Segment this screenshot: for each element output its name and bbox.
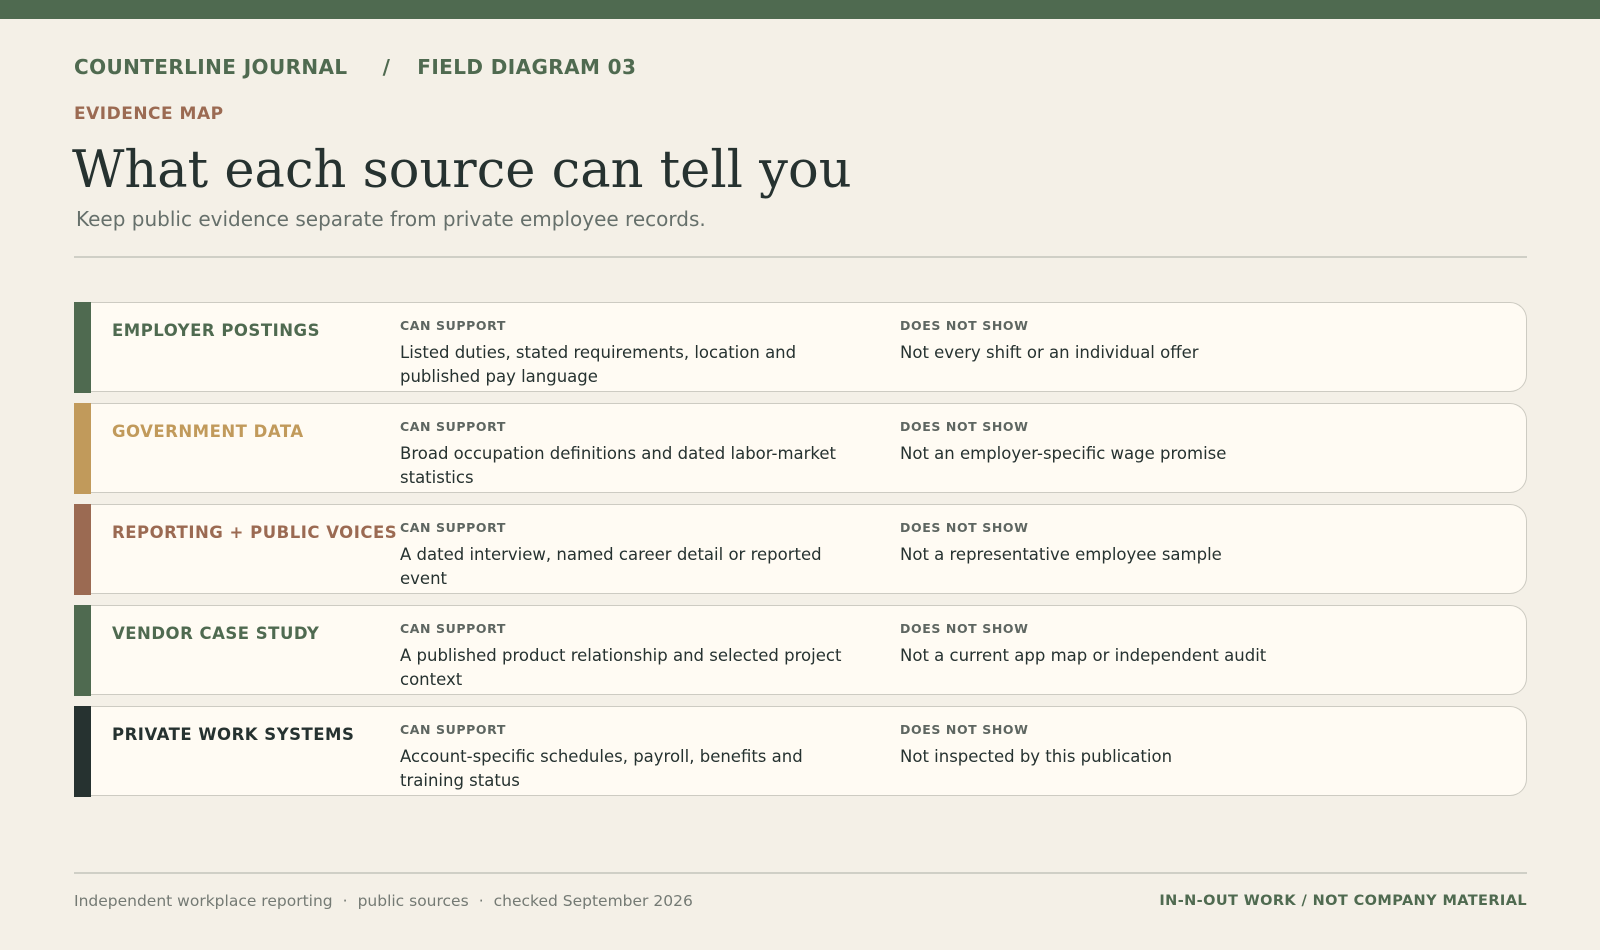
row-accent-bar — [74, 402, 91, 494]
does-not-show-heading: DOES NOT SHOW — [900, 419, 1029, 434]
can-support-heading: CAN SUPPORT — [400, 621, 506, 636]
source-row-employer-postings: EMPLOYER POSTINGS CAN SUPPORT Listed dut… — [74, 301, 1527, 393]
can-support-column: CAN SUPPORT A dated interview, named car… — [400, 520, 870, 591]
source-row-government-data: GOVERNMENT DATA CAN SUPPORT Broad occupa… — [74, 402, 1527, 494]
does-not-show-column: DOES NOT SHOW Not a current app map or i… — [900, 621, 1490, 668]
row-accent-bar — [74, 301, 91, 393]
source-row-reporting-public-voices: REPORTING + PUBLIC VOICES CAN SUPPORT A … — [74, 503, 1527, 595]
source-name: GOVERNMENT DATA — [112, 422, 304, 441]
header-divider — [74, 256, 1527, 258]
source-name: REPORTING + PUBLIC VOICES — [112, 523, 398, 542]
evidence-map: EMPLOYER POSTINGS CAN SUPPORT Listed dut… — [74, 301, 1527, 807]
does-not-show-column: DOES NOT SHOW Not every shift or an indi… — [900, 318, 1490, 365]
page-title: What each source can tell you — [72, 141, 852, 200]
diagram-label: FIELD DIAGRAM 03 — [417, 55, 637, 79]
footer-notes: Independent workplace reporting · public s… — [74, 892, 693, 910]
does-not-show-text: Not a current app map or independent aud… — [900, 646, 1267, 665]
can-support-heading: CAN SUPPORT — [400, 419, 506, 434]
publication-name: COUNTERLINE JOURNAL — [74, 55, 348, 79]
source-name: PRIVATE WORK SYSTEMS — [112, 725, 355, 744]
does-not-show-column: DOES NOT SHOW Not inspected by this publ… — [900, 722, 1490, 769]
does-not-show-text: Not inspected by this publication — [900, 747, 1173, 766]
row-accent-bar — [74, 503, 91, 595]
does-not-show-text: Not a representative employee sample — [900, 545, 1222, 564]
footer-note: checked September 2026 — [493, 892, 693, 910]
source-row-vendor-case-study: VENDOR CASE STUDY CAN SUPPORT A publishe… — [74, 604, 1527, 696]
footer-note: Independent workplace reporting — [74, 892, 333, 910]
section-label: EVIDENCE MAP — [74, 104, 224, 124]
can-support-column: CAN SUPPORT A published product relation… — [400, 621, 870, 692]
does-not-show-text: Not every shift or an individual offer — [900, 343, 1199, 362]
can-support-heading: CAN SUPPORT — [400, 722, 506, 737]
can-support-heading: CAN SUPPORT — [400, 520, 506, 535]
does-not-show-heading: DOES NOT SHOW — [900, 621, 1029, 636]
does-not-show-column: DOES NOT SHOW Not an employer-specific w… — [900, 419, 1490, 466]
footer-disclaimer: IN-N-OUT WORK / NOT COMPANY MATERIAL — [1159, 893, 1527, 909]
does-not-show-text: Not an employer-specific wage promise — [900, 444, 1227, 463]
can-support-text: A dated interview, named career detail o… — [400, 545, 822, 588]
can-support-text: A published product relationship and sel… — [400, 646, 842, 689]
can-support-column: CAN SUPPORT Broad occupation definitions… — [400, 419, 870, 490]
can-support-text: Broad occupation definitions and dated l… — [400, 444, 837, 487]
can-support-column: CAN SUPPORT Listed duties, stated requir… — [400, 318, 870, 389]
page-subtitle: Keep public evidence separate from priva… — [76, 207, 706, 231]
does-not-show-heading: DOES NOT SHOW — [900, 318, 1029, 333]
does-not-show-column: DOES NOT SHOW Not a representative emplo… — [900, 520, 1490, 567]
does-not-show-heading: DOES NOT SHOW — [900, 722, 1029, 737]
footer-divider — [74, 872, 1527, 874]
source-name: EMPLOYER POSTINGS — [112, 321, 320, 340]
footer-dot: · — [478, 892, 484, 910]
footer-dot: · — [342, 892, 348, 910]
footer-note: public sources — [357, 892, 469, 910]
masthead-separator: / — [382, 55, 391, 79]
can-support-text: Account-specific schedules, payroll, ben… — [400, 747, 803, 790]
does-not-show-heading: DOES NOT SHOW — [900, 520, 1029, 535]
row-accent-bar — [74, 604, 91, 696]
source-row-private-work-systems: PRIVATE WORK SYSTEMS CAN SUPPORT Account… — [74, 705, 1527, 797]
can-support-column: CAN SUPPORT Account-specific schedules, … — [400, 722, 870, 793]
top-accent-bar — [0, 0, 1600, 19]
masthead: COUNTERLINE JOURNAL / FIELD DIAGRAM 03 — [74, 55, 636, 79]
row-accent-bar — [74, 705, 91, 797]
can-support-text: Listed duties, stated requirements, loca… — [400, 343, 797, 386]
source-name: VENDOR CASE STUDY — [112, 624, 320, 643]
can-support-heading: CAN SUPPORT — [400, 318, 506, 333]
